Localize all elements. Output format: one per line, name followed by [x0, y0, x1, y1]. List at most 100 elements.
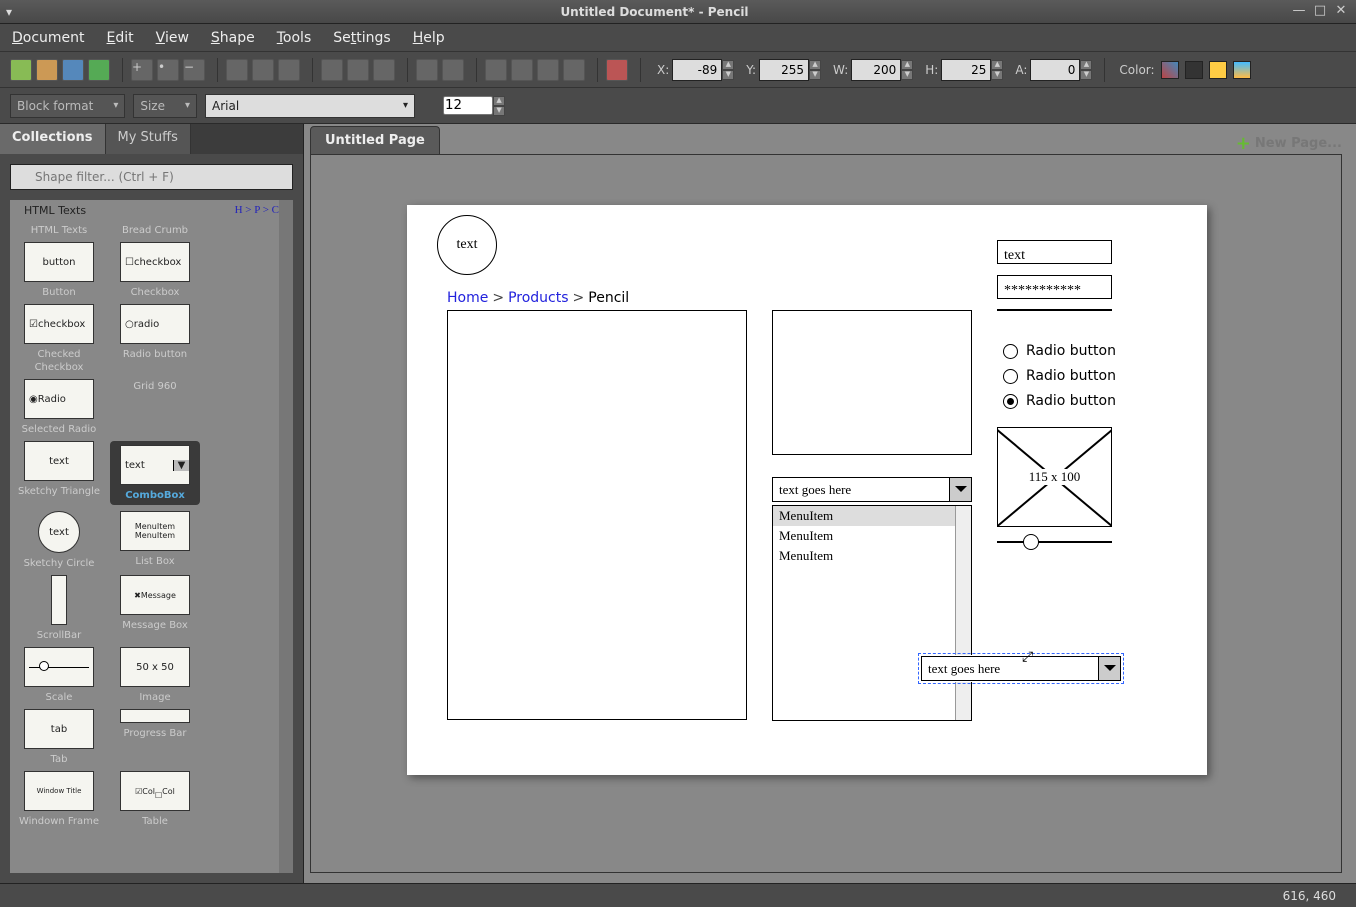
shape-table[interactable]: ☑ Col☐ ColTable [110, 771, 200, 827]
align-center-icon[interactable] [252, 59, 274, 81]
list-item[interactable]: MenuItem [773, 506, 971, 526]
listbox-scrollbar[interactable] [955, 506, 971, 720]
a-input[interactable] [1030, 59, 1080, 81]
shape-list-scrollbar[interactable] [279, 200, 293, 873]
align-left-icon[interactable] [226, 59, 248, 81]
shape-button[interactable]: buttonButton [14, 242, 104, 298]
align-right-icon[interactable] [278, 59, 300, 81]
text-color-swatch[interactable] [1161, 61, 1179, 79]
image-shape[interactable]: 115 x 100 [997, 427, 1112, 527]
h-input[interactable] [941, 59, 991, 81]
font-size-combo[interactable]: Size▾ [133, 94, 197, 118]
shape-listbox[interactable]: MenuItem MenuItemList Box [110, 511, 200, 569]
x-input[interactable] [672, 59, 722, 81]
bring-front-icon[interactable] [485, 59, 507, 81]
menu-shape[interactable]: Shape [211, 30, 255, 46]
x-spinner[interactable]: ▲▼ [722, 60, 734, 80]
radio-shape-1[interactable]: Radio button [1003, 343, 1116, 359]
shape-filter-input[interactable] [10, 164, 293, 190]
text-input-shape[interactable]: text [997, 240, 1112, 264]
distribute-h-icon[interactable] [416, 59, 438, 81]
new-page-button[interactable]: +New Page... [1236, 133, 1342, 154]
fontsize-spinner[interactable]: ▲▼ [493, 96, 505, 116]
bg-color-swatch[interactable] [1233, 61, 1251, 79]
menu-edit[interactable]: Edit [107, 30, 134, 46]
fill-color-swatch[interactable] [1209, 61, 1227, 79]
stroke-color-swatch[interactable] [1185, 61, 1203, 79]
w-label: W: [833, 63, 848, 77]
shape-bread-crumb[interactable]: Bread Crumb [110, 223, 200, 236]
zoom-reset-icon[interactable]: • [157, 59, 179, 81]
breadcrumb-home[interactable]: Home [447, 290, 488, 306]
menu-settings[interactable]: Settings [333, 30, 390, 46]
shape-tab[interactable]: tabTab [14, 709, 104, 765]
breadcrumb-shape[interactable]: Home>Products>Pencil [447, 290, 629, 307]
shape-window-frame[interactable]: Window TitleWindown Frame [14, 771, 104, 827]
y-input[interactable] [759, 59, 809, 81]
panel-shape-2[interactable] [772, 310, 972, 455]
shape-scale[interactable]: Scale [14, 647, 104, 703]
tab-collections[interactable]: Collections [0, 124, 106, 154]
app-menu-icon[interactable]: ▾ [6, 5, 22, 19]
block-format-combo[interactable]: Block format▾ [10, 94, 125, 118]
lock-icon[interactable] [606, 59, 628, 81]
menu-view[interactable]: View [156, 30, 189, 46]
list-item[interactable]: MenuItem [773, 526, 971, 546]
h-spinner[interactable]: ▲▼ [991, 60, 1003, 80]
align-middle-icon[interactable] [347, 59, 369, 81]
shape-html-texts[interactable]: HTML Texts [14, 223, 104, 236]
slider-shape[interactable] [997, 541, 1112, 543]
combobox-shape-2[interactable]: text goes here [921, 656, 1121, 681]
export-icon[interactable] [88, 59, 110, 81]
save-icon[interactable] [62, 59, 84, 81]
w-spinner[interactable]: ▲▼ [901, 60, 913, 80]
drawing-canvas[interactable]: text Home>Products>Pencil text *********… [407, 205, 1207, 775]
menu-tools[interactable]: Tools [277, 30, 312, 46]
menu-document[interactable]: Document [12, 30, 85, 46]
shape-messagebox[interactable]: ✖ MessageMessage Box [110, 575, 200, 641]
align-bottom-icon[interactable] [373, 59, 395, 81]
open-icon[interactable] [36, 59, 58, 81]
w-input[interactable] [851, 59, 901, 81]
menu-help[interactable]: Help [413, 30, 445, 46]
breadcrumb-products[interactable]: Products [508, 290, 568, 306]
zoom-out-icon[interactable]: − [183, 59, 205, 81]
list-item[interactable]: MenuItem [773, 546, 971, 566]
a-spinner[interactable]: ▲▼ [1080, 60, 1092, 80]
font-size-input[interactable] [443, 96, 493, 115]
password-input-shape[interactable]: *********** [997, 275, 1112, 299]
shape-checkbox[interactable]: ☐ checkboxCheckbox [110, 242, 200, 298]
minimize-button[interactable]: — [1290, 4, 1308, 20]
align-top-icon[interactable] [321, 59, 343, 81]
canvas-pad[interactable]: text Home>Products>Pencil text *********… [310, 154, 1342, 873]
font-family-combo[interactable]: Arial▾ [205, 94, 415, 118]
new-icon[interactable] [10, 59, 32, 81]
send-back-icon[interactable] [563, 59, 585, 81]
shape-sketchy-circle[interactable]: textSketchy Circle [14, 511, 104, 569]
shape-grid960[interactable]: Grid 960 [110, 379, 200, 435]
shape-progressbar[interactable]: Progress Bar [110, 709, 200, 765]
radio-shape-3[interactable]: Radio button [1003, 393, 1116, 409]
combobox-shape-1[interactable]: text goes here [772, 477, 972, 502]
listbox-shape[interactable]: MenuItem MenuItem MenuItem [772, 505, 972, 721]
zoom-in-icon[interactable]: + [131, 59, 153, 81]
shape-checked-checkbox[interactable]: ☑ checkboxChecked Checkbox [14, 304, 104, 373]
shape-image[interactable]: 50 x 50Image [110, 647, 200, 703]
radio-shape-2[interactable]: Radio button [1003, 368, 1116, 384]
shape-scrollbar[interactable]: ScrollBar [14, 575, 104, 641]
sketchy-circle-shape[interactable]: text [437, 215, 497, 275]
tab-mystuffs[interactable]: My Stuffs [106, 124, 191, 154]
shape-selected-radio[interactable]: ◉ RadioSelected Radio [14, 379, 104, 435]
page-tab-untitled[interactable]: Untitled Page [310, 126, 440, 154]
send-backward-icon[interactable] [537, 59, 559, 81]
panel-shape-1[interactable] [447, 310, 747, 720]
shape-combobox[interactable]: text▼ComboBox [110, 441, 200, 505]
hr-shape[interactable] [997, 309, 1112, 311]
maximize-button[interactable]: □ [1311, 4, 1329, 20]
distribute-v-icon[interactable] [442, 59, 464, 81]
bring-forward-icon[interactable] [511, 59, 533, 81]
shape-radio[interactable]: ○ radioRadio button [110, 304, 200, 373]
shape-sketchy-triangle[interactable]: textSketchy Triangle [14, 441, 104, 505]
y-spinner[interactable]: ▲▼ [809, 60, 821, 80]
close-button[interactable]: ✕ [1332, 4, 1350, 20]
